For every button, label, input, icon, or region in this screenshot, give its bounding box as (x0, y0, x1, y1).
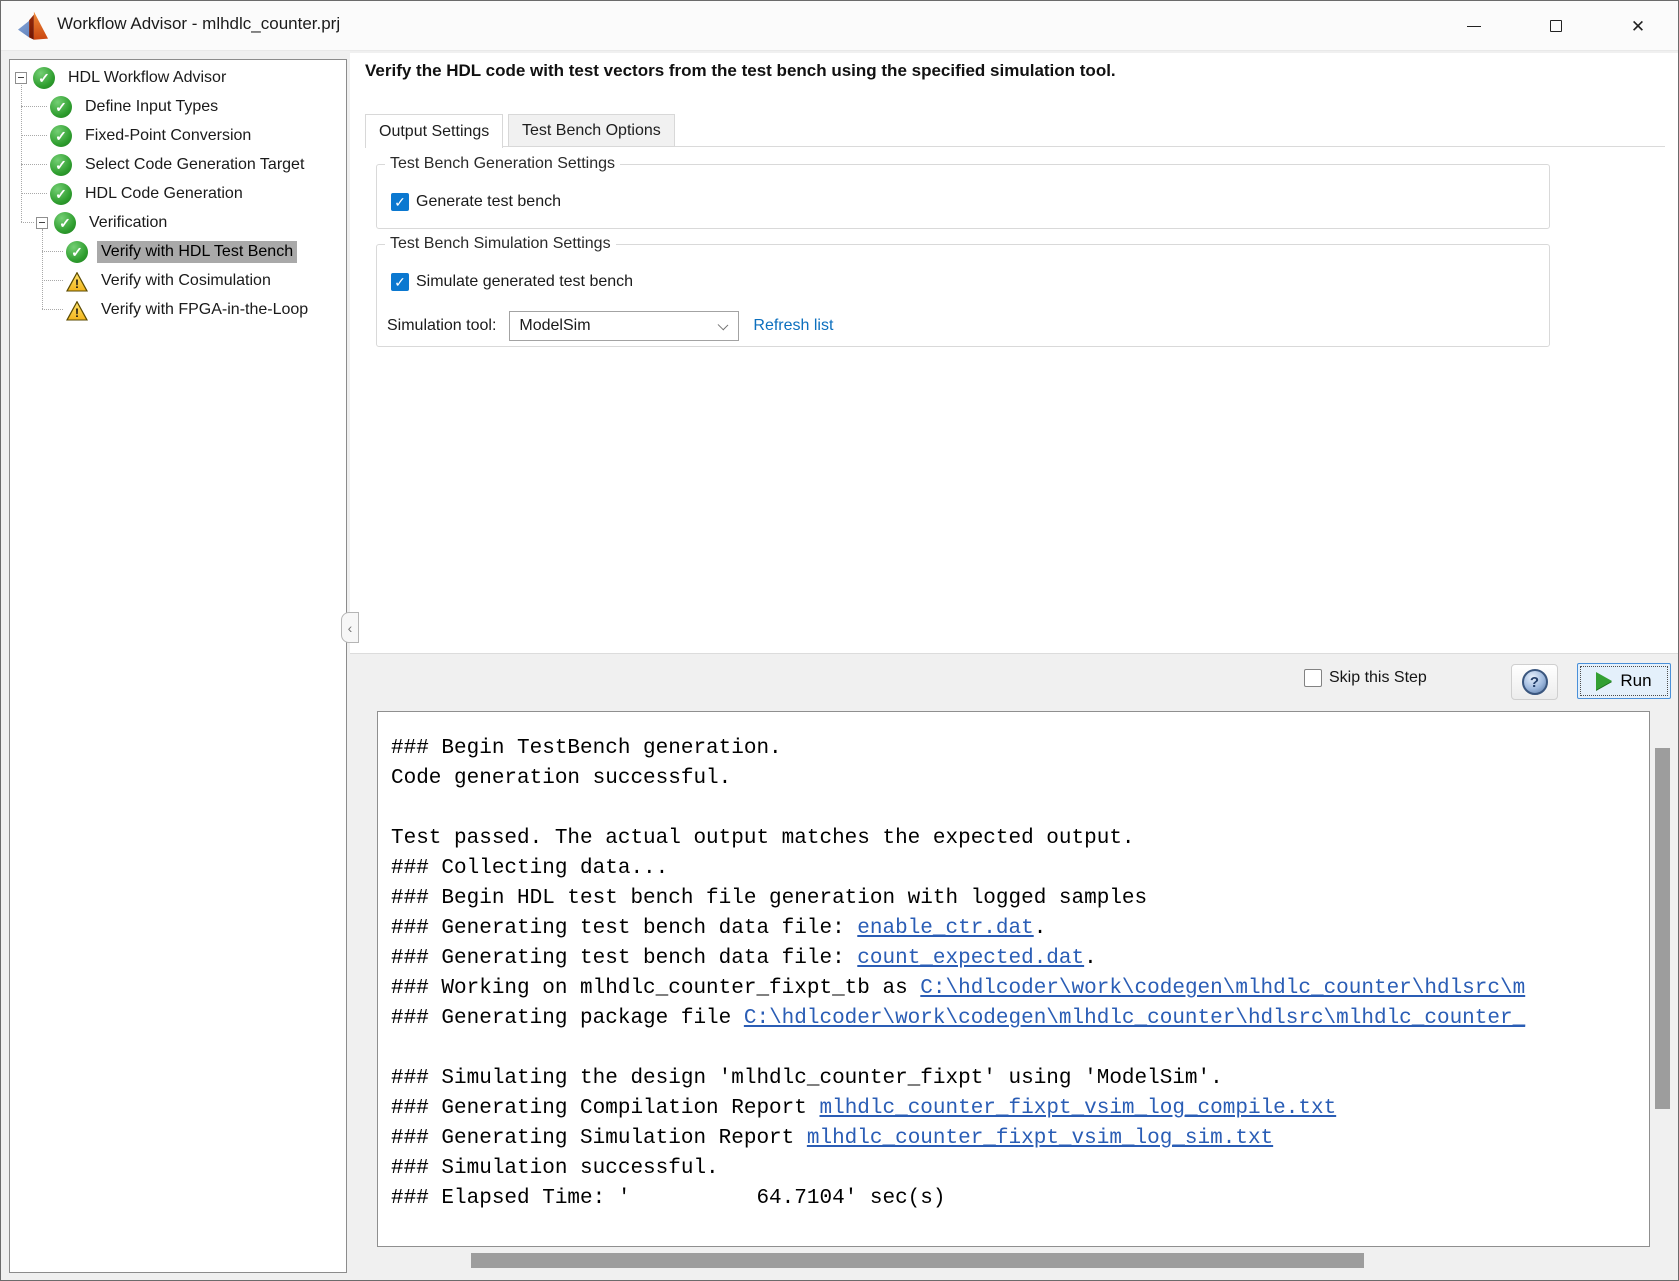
matlab-logo-icon (18, 11, 48, 41)
maximize-button[interactable] (1526, 9, 1586, 43)
generate-test-bench-checkbox[interactable] (391, 193, 409, 211)
title-bar[interactable]: Workflow Advisor - mlhdlc_counter.prj ✕ (1, 1, 1678, 51)
workflow-tree-panel: HDL Workflow Advisor Define Input Types … (9, 59, 347, 1273)
step-description: Verify the HDL code with test vectors fr… (365, 61, 1116, 81)
console-line: ### Generating package file C:\hdlcoder\… (391, 1004, 1641, 1034)
warning-icon: ! (66, 301, 88, 321)
skip-step-label: Skip this Step (1329, 669, 1427, 687)
warning-icon: ! (66, 272, 88, 292)
test-bench-generation-settings-group: Test Bench Generation Settings Generate … (376, 164, 1550, 229)
check-icon (54, 212, 76, 234)
console-file-link[interactable]: C:\hdlcoder\work\codegen\mlhdlc_counter\… (920, 977, 1525, 1000)
skip-this-step-checkbox[interactable] (1304, 669, 1322, 687)
close-button[interactable]: ✕ (1608, 9, 1668, 43)
console-line: Code generation successful. (391, 764, 1641, 794)
minimize-button[interactable] (1444, 9, 1504, 43)
console-line: ### Simulation successful. (391, 1154, 1641, 1184)
simulation-tool-row: Simulation tool: ModelSim Refresh list (387, 311, 833, 341)
tab-output-settings[interactable]: Output Settings (365, 114, 503, 148)
maximize-icon (1550, 20, 1562, 32)
check-icon (50, 154, 72, 176)
console-line: ### Begin HDL test bench file generation… (391, 884, 1641, 914)
console-file-link[interactable]: C:\hdlcoder\work\codegen\mlhdlc_counter\… (744, 1007, 1525, 1030)
tree-item-hdl-code-generation[interactable]: HDL Code Generation (10, 179, 346, 208)
console-line: ### Begin TestBench generation. (391, 734, 1641, 764)
tree-item-verify-with-hdl-test-bench[interactable]: Verify with HDL Test Bench (10, 237, 346, 266)
tree-item-select-code-generation-target[interactable]: Select Code Generation Target (10, 150, 346, 179)
console-line: ### Generating test bench data file: cou… (391, 944, 1641, 974)
checkbox-label: Simulate generated test bench (416, 273, 633, 291)
console-file-link[interactable]: mlhdlc_counter_fixpt_vsim_log_compile.tx… (819, 1097, 1336, 1120)
chevron-down-icon (718, 320, 729, 331)
console-line: ### Collecting data... (391, 854, 1641, 884)
workflow-advisor-window: Workflow Advisor - mlhdlc_counter.prj ✕ … (0, 0, 1679, 1281)
refresh-list-link[interactable]: Refresh list (753, 317, 833, 335)
tree-item-fixed-point-conversion[interactable]: Fixed-Point Conversion (10, 121, 346, 150)
tree-item-verify-with-fpga-in-the-loop[interactable]: ! Verify with FPGA-in-the-Loop (10, 295, 346, 324)
horizontal-scrollbar (377, 1252, 1650, 1270)
console-line: ### Generating test bench data file: ena… (391, 914, 1641, 944)
tree-item-define-input-types[interactable]: Define Input Types (10, 92, 346, 121)
check-icon (50, 125, 72, 147)
generate-test-bench-row: Generate test bench (391, 193, 561, 211)
horizontal-scrollbar-thumb[interactable] (471, 1253, 1364, 1268)
tree-item-hdl-workflow-advisor[interactable]: HDL Workflow Advisor (10, 63, 346, 92)
console-file-link[interactable]: mlhdlc_counter_fixpt_vsim_log_sim.txt (807, 1127, 1273, 1150)
check-icon (50, 183, 72, 205)
collapse-expander-icon[interactable] (36, 217, 48, 229)
help-button[interactable]: ? (1511, 664, 1558, 700)
console-line (391, 794, 1641, 824)
panel-collapse-handle[interactable]: ‹ (341, 612, 359, 643)
console-file-link[interactable]: enable_ctr.dat (857, 917, 1033, 940)
console-line (391, 1034, 1641, 1064)
tab-test-bench-options[interactable]: Test Bench Options (508, 114, 675, 147)
console-output[interactable]: ### Begin TestBench generation. Code gen… (377, 711, 1650, 1247)
simulate-test-bench-row: Simulate generated test bench (391, 273, 633, 291)
console-line: ### Working on mlhdlc_counter_fixpt_tb a… (391, 974, 1641, 1004)
console-line: ### Elapsed Time: ' 64.7104' sec(s) (391, 1184, 1641, 1214)
console-line: ### Generating Simulation Report mlhdlc_… (391, 1124, 1641, 1154)
console-line: Test passed. The actual output matches t… (391, 824, 1641, 854)
simulation-tool-dropdown[interactable]: ModelSim (509, 311, 739, 341)
window-title: Workflow Advisor - mlhdlc_counter.prj (57, 14, 340, 34)
run-toolbar: Skip this Step ? Run (350, 653, 1679, 709)
console-line: ### Generating Compilation Report mlhdlc… (391, 1094, 1641, 1124)
tree-item-verify-with-cosimulation[interactable]: ! Verify with Cosimulation (10, 266, 346, 295)
group-title: Test Bench Simulation Settings (385, 235, 616, 253)
test-bench-simulation-settings-group: Test Bench Simulation Settings Simulate … (376, 244, 1550, 347)
skip-step-row: Skip this Step (1304, 669, 1427, 687)
simulate-generated-test-bench-checkbox[interactable] (391, 273, 409, 291)
console-line: ### Simulating the design 'mlhdlc_counte… (391, 1064, 1641, 1094)
collapse-expander-icon[interactable] (15, 72, 27, 84)
check-icon (66, 241, 88, 263)
help-icon: ? (1522, 669, 1548, 695)
vertical-scrollbar (1654, 711, 1671, 1247)
play-icon (1596, 672, 1612, 690)
console-file-link[interactable]: count_expected.dat (857, 947, 1084, 970)
simulation-tool-label: Simulation tool: (387, 317, 496, 335)
close-icon: ✕ (1631, 18, 1645, 35)
minimize-icon (1467, 26, 1481, 27)
vertical-scrollbar-thumb[interactable] (1655, 748, 1670, 1109)
run-button[interactable]: Run (1577, 663, 1671, 699)
check-icon (50, 96, 72, 118)
checkbox-label: Generate test bench (416, 193, 561, 211)
check-icon (33, 67, 55, 89)
console-region: ### Begin TestBench generation. Code gen… (350, 709, 1679, 1281)
tree-item-verification[interactable]: Verification (10, 208, 346, 237)
group-title: Test Bench Generation Settings (385, 155, 620, 173)
